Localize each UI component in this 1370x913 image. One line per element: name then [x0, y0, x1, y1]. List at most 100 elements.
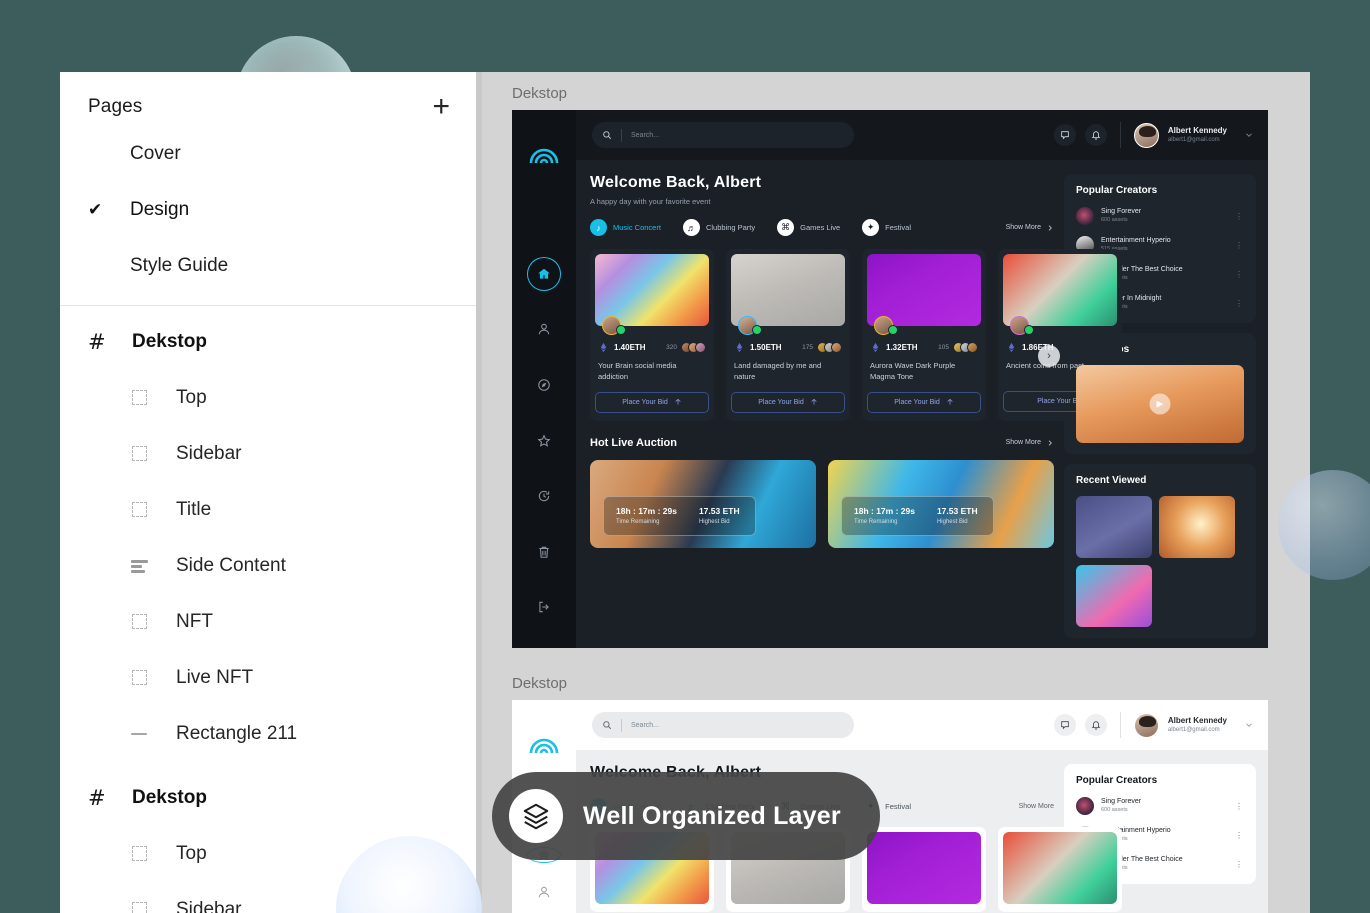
auction-time: 18h : 17m : 29s: [854, 506, 915, 516]
layer-item-sidebar[interactable]: Sidebar: [60, 426, 482, 482]
layer-item-rectangle-211[interactable]: Rectangle 211: [60, 706, 482, 762]
notifications-bell-icon[interactable]: [1085, 124, 1107, 146]
frame-icon: [128, 444, 176, 464]
creator-name: Sing Forever: [1101, 797, 1141, 807]
creator-list-item[interactable]: Sing Forever 600 assets ⋮: [1076, 797, 1244, 815]
frame-icon: [128, 900, 176, 913]
bid-arrow-icon: [674, 398, 682, 406]
messages-icon[interactable]: [1054, 124, 1076, 146]
nft-image: [867, 832, 981, 904]
play-icon[interactable]: ▶: [1150, 394, 1171, 415]
hot-auction-show-more-link[interactable]: Show More: [1006, 439, 1054, 447]
nft-bid-count: 320: [666, 344, 677, 351]
bid-arrow-icon: [810, 398, 818, 406]
categories-show-more-link[interactable]: Show More: [1006, 224, 1054, 232]
creator-menu-icon[interactable]: ⋮: [1235, 241, 1244, 250]
layer-item-title[interactable]: Title: [60, 482, 482, 538]
video-thumbnail[interactable]: ▶: [1076, 365, 1244, 443]
chip-clubbing-party[interactable]: ♬ Clubbing Party: [683, 219, 755, 236]
place-bid-button[interactable]: Place Your Bid: [867, 392, 981, 413]
search-input[interactable]: Search...: [592, 712, 854, 738]
nav-home-icon[interactable]: [527, 257, 561, 291]
nav-user-icon[interactable]: [527, 885, 561, 899]
messages-icon[interactable]: [1054, 714, 1076, 736]
place-bid-button[interactable]: Place Your Bid: [731, 392, 845, 413]
layer-item-nft[interactable]: NFT: [60, 594, 482, 650]
nav-history-icon[interactable]: [527, 479, 561, 513]
frame-icon: [128, 668, 176, 688]
page-item-cover[interactable]: Cover: [60, 126, 482, 182]
nav-trash-icon[interactable]: [527, 535, 561, 569]
chip-music-concert[interactable]: ♪ Music Concert: [590, 219, 661, 236]
creator-menu-icon[interactable]: ⋮: [1235, 212, 1244, 221]
auction-card[interactable]: 18h : 17m : 29s Time Remaining 17.53 ETH…: [828, 460, 1054, 548]
artboard-dekstop-dark: Search... Albert Kennedy albert1@gmail.c…: [512, 110, 1268, 648]
recent-thumb[interactable]: [1159, 496, 1235, 558]
auction-bid: 17.53 ETH: [699, 506, 740, 516]
creator-menu-icon[interactable]: ⋮: [1235, 270, 1244, 279]
categories-show-more-link[interactable]: Show More: [1019, 803, 1054, 810]
panel-scrollbar[interactable]: [476, 72, 482, 913]
layer-item-live-nft[interactable]: Live NFT: [60, 650, 482, 706]
nav-user-icon[interactable]: [527, 313, 561, 347]
auction-bid-label: Highest Bid: [937, 519, 978, 525]
search-input[interactable]: Search...: [592, 122, 854, 148]
nft-card[interactable]: [862, 827, 986, 912]
layer-label: Top: [176, 387, 207, 409]
nav-logout-icon[interactable]: [527, 590, 561, 624]
frame-icon: [128, 500, 176, 520]
creator-menu-icon[interactable]: ⋮: [1235, 831, 1244, 840]
nft-card[interactable]: 1.50ETH 175 Land damaged by me and natur…: [726, 249, 850, 421]
auction-card[interactable]: 18h : 17m : 29s Time Remaining 17.53 ETH…: [590, 460, 816, 548]
ethereum-icon: [598, 342, 609, 353]
nft-card[interactable]: [998, 827, 1122, 912]
figma-layers-panel: Pages + Cover ✔ Design Style Guide # Dek…: [60, 72, 482, 913]
search-placeholder: Search...: [631, 132, 659, 139]
nft-title: Your Brain social media addiction: [595, 360, 709, 383]
notifications-bell-icon[interactable]: [1085, 714, 1107, 736]
creator-menu-icon[interactable]: ⋮: [1235, 802, 1244, 811]
creator-list-item[interactable]: Sing Forever 600 assets ⋮: [1076, 207, 1244, 225]
nft-card[interactable]: 1.40ETH 320 Your Brain social media addi…: [590, 249, 714, 421]
nft-card[interactable]: 1.32ETH 105 Aurora Wave Dark Purple Magm…: [862, 249, 986, 421]
show-more-label: Show More: [1006, 439, 1041, 446]
layer-item-top-2[interactable]: Top: [60, 826, 482, 882]
creator-name: Sing Forever: [1101, 207, 1141, 217]
chip-festival[interactable]: ✦ Festival: [862, 219, 911, 236]
layer-item-top[interactable]: Top: [60, 370, 482, 426]
chip-games-live[interactable]: ⌘ Games Live: [777, 219, 840, 236]
chevron-down-icon[interactable]: [1244, 720, 1254, 730]
layer-group-dekstop-1[interactable]: # Dekstop: [60, 314, 482, 370]
nav-compass-icon[interactable]: [527, 368, 561, 402]
ethereum-icon: [734, 342, 745, 353]
rectangle-icon: [128, 724, 176, 744]
chip-label: Festival: [885, 802, 911, 811]
layer-item-sidebar-2[interactable]: Sidebar: [60, 882, 482, 913]
recent-thumb[interactable]: [1076, 565, 1152, 627]
recent-thumb[interactable]: [1076, 496, 1152, 558]
layer-label: Title: [176, 499, 211, 521]
page-label: Style Guide: [130, 255, 228, 277]
page-item-style-guide[interactable]: Style Guide: [60, 238, 482, 294]
layer-item-side-content[interactable]: Side Content: [60, 538, 482, 594]
nft-title: Land damaged by me and nature: [731, 360, 845, 383]
layer-group-dekstop-2[interactable]: # Dekstop: [60, 770, 482, 826]
nft-carousel-next-button[interactable]: ›: [1038, 345, 1060, 367]
online-status-dot: [888, 325, 898, 335]
popular-creators-title: Popular Creators: [1076, 185, 1244, 196]
layer-label: Sidebar: [176, 443, 242, 465]
auction-bid: 17.53 ETH: [937, 506, 978, 516]
creator-menu-icon[interactable]: ⋮: [1235, 860, 1244, 869]
add-page-button[interactable]: +: [432, 97, 450, 117]
creator-avatar: [1076, 207, 1094, 225]
recent-viewed-title: Recent Viewed: [1076, 475, 1244, 486]
creator-menu-icon[interactable]: ⋮: [1235, 299, 1244, 308]
auction-card-list: 18h : 17m : 29s Time Remaining 17.53 ETH…: [590, 460, 1054, 548]
page-item-design[interactable]: ✔ Design: [60, 182, 482, 238]
chevron-down-icon[interactable]: [1244, 130, 1254, 140]
chip-label: Music Concert: [613, 223, 661, 232]
bidder-avatars: [821, 342, 842, 353]
creator-avatar: [1076, 797, 1094, 815]
place-bid-button[interactable]: Place Your Bid: [595, 392, 709, 413]
nav-star-icon[interactable]: [527, 424, 561, 458]
